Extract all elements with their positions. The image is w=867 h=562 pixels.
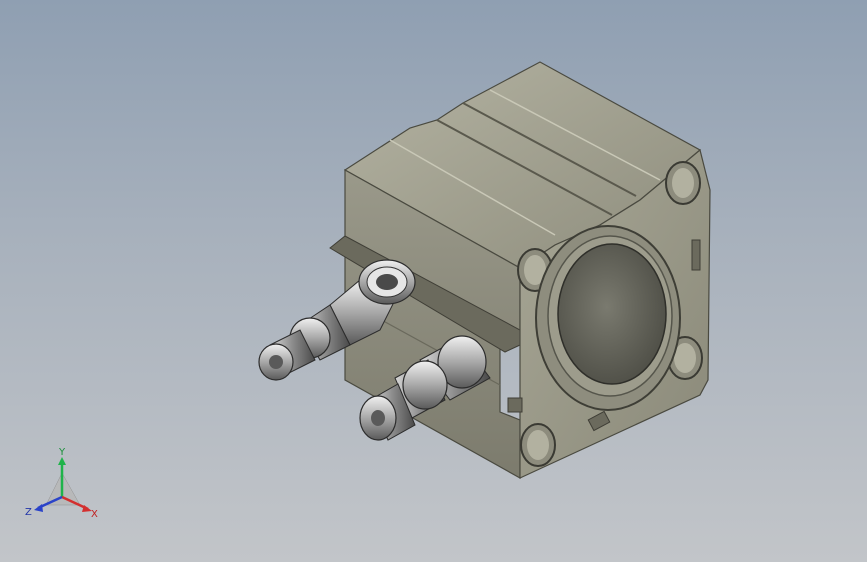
y-axis-arrow [58, 457, 66, 465]
graphics-viewport[interactable]: Y X Z [0, 0, 867, 562]
orientation-triad: Y X Z [25, 447, 98, 520]
front-notch-right [691, 239, 701, 271]
front-notch-left [507, 397, 523, 413]
z-axis-arrow [34, 504, 43, 512]
z-axis-label: Z [25, 507, 32, 518]
cylinder-model[interactable] [0, 0, 867, 562]
y-axis-label: Y [58, 447, 66, 458]
x-axis-label: X [91, 509, 98, 520]
bore-piston [557, 243, 667, 385]
